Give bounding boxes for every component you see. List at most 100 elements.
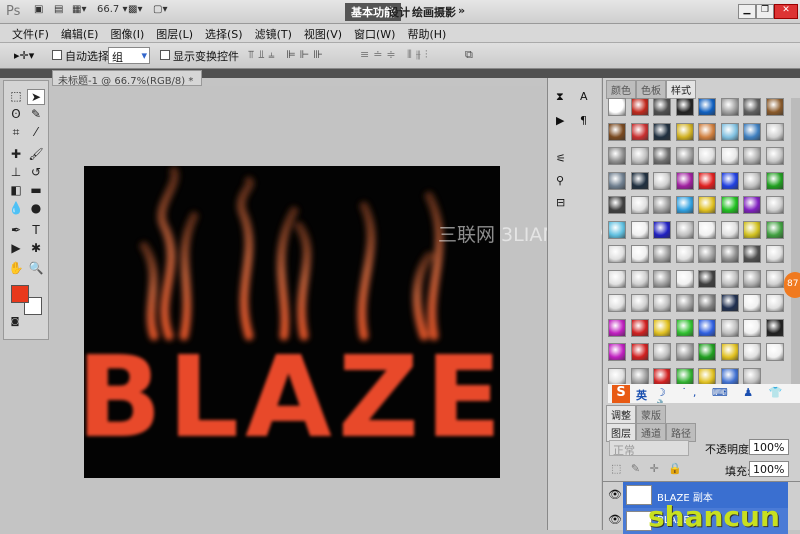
style-swatch[interactable] — [653, 294, 671, 312]
history-brush-icon[interactable]: ↺ — [27, 165, 45, 181]
style-swatch[interactable] — [630, 220, 649, 239]
style-swatch[interactable] — [720, 367, 739, 386]
style-swatch[interactable] — [765, 220, 784, 239]
style-swatch[interactable] — [743, 220, 761, 239]
tab-swatches[interactable]: 色板 — [636, 80, 666, 99]
quick-mask-icon[interactable]: ◙ — [6, 317, 24, 333]
shape-tool-icon[interactable]: ✱ — [27, 241, 45, 257]
foreground-color-swatch[interactable] — [11, 285, 29, 303]
auto-select-dropdown[interactable]: 组 ▾ — [108, 47, 150, 64]
workspace-painting[interactable]: 绘画 — [412, 4, 434, 20]
menu-help[interactable]: 帮助(H) — [401, 24, 452, 42]
hand-tool-icon[interactable]: ✋ — [7, 261, 25, 277]
style-swatch[interactable] — [720, 147, 739, 165]
style-swatch[interactable] — [653, 196, 671, 214]
style-swatch[interactable] — [653, 318, 671, 337]
style-swatch[interactable] — [765, 269, 784, 288]
style-swatch[interactable] — [720, 245, 739, 263]
style-swatch[interactable] — [743, 318, 761, 337]
style-swatch[interactable] — [653, 269, 671, 288]
styles-scrollbar[interactable] — [791, 98, 800, 398]
style-swatch[interactable] — [653, 367, 671, 386]
style-swatch[interactable] — [630, 269, 649, 288]
lock-icons[interactable]: ⬚ ✎ ✛ 🔒 — [611, 462, 685, 475]
style-swatch[interactable] — [653, 171, 671, 190]
style-swatch[interactable] — [653, 98, 671, 116]
style-swatch[interactable] — [608, 171, 626, 190]
style-swatch[interactable] — [698, 98, 716, 116]
style-swatch[interactable] — [608, 98, 626, 116]
style-swatch[interactable] — [698, 220, 716, 239]
style-swatch[interactable] — [675, 98, 694, 116]
tab-masks[interactable]: 蒙版 — [636, 405, 666, 424]
minimize-button[interactable]: ▁ — [738, 4, 756, 19]
menu-window[interactable]: 窗口(W) — [348, 24, 401, 42]
dodge-tool-icon[interactable]: ● — [27, 201, 45, 217]
side-badge[interactable]: 87 — [784, 272, 800, 298]
style-swatch[interactable] — [653, 343, 671, 361]
restore-button[interactable]: ❐ — [756, 4, 774, 19]
style-swatch[interactable] — [698, 196, 716, 214]
style-swatch[interactable] — [743, 245, 761, 263]
type-tool-icon[interactable]: T — [27, 223, 45, 239]
paragraph-panel-icon[interactable]: ¶ — [580, 114, 587, 127]
character-panel-icon[interactable]: A — [580, 90, 588, 103]
auto-select-checkbox[interactable] — [52, 50, 62, 60]
style-swatch[interactable] — [630, 147, 649, 165]
eye-icon[interactable]: 👁 — [608, 513, 622, 526]
lasso-tool-icon[interactable]: ʘ — [7, 107, 25, 123]
menu-view[interactable]: 视图(V) — [298, 24, 348, 42]
style-swatch[interactable] — [698, 245, 716, 263]
style-swatch[interactable] — [608, 147, 626, 165]
style-swatch[interactable] — [743, 343, 761, 361]
style-swatch[interactable] — [630, 318, 649, 337]
style-swatch[interactable] — [720, 98, 739, 116]
style-swatch[interactable] — [608, 294, 626, 312]
style-swatch[interactable] — [630, 245, 649, 263]
menu-filter[interactable]: 滤镜(T) — [249, 24, 298, 42]
style-swatch[interactable] — [675, 122, 694, 141]
style-swatch[interactable] — [698, 367, 716, 386]
eyedropper-tool-icon[interactable]: ⁄ — [27, 125, 45, 141]
style-swatch[interactable] — [698, 122, 716, 141]
style-swatch[interactable] — [653, 147, 671, 165]
menu-image[interactable]: 图像(I) — [104, 24, 150, 42]
style-swatch[interactable] — [675, 147, 694, 165]
ime-mode[interactable]: 英 — [636, 387, 647, 403]
style-swatch[interactable] — [720, 343, 739, 361]
menu-layer[interactable]: 图层(L) — [150, 24, 199, 42]
style-swatch[interactable] — [720, 171, 739, 190]
style-swatch[interactable] — [630, 367, 649, 386]
tab-styles[interactable]: 样式 — [666, 80, 696, 99]
style-swatch[interactable] — [630, 196, 649, 214]
quick-select-tool-icon[interactable]: ✎ — [27, 107, 45, 123]
opacity-input[interactable]: 100% — [749, 439, 789, 455]
style-swatch[interactable] — [608, 122, 626, 141]
style-swatch[interactable] — [675, 367, 694, 386]
history-panel-icon[interactable]: ⧗ — [556, 90, 564, 104]
tab-color[interactable]: 颜色 — [606, 80, 636, 99]
style-swatch[interactable] — [653, 220, 671, 239]
menu-select[interactable]: 选择(S) — [199, 24, 249, 42]
style-swatch[interactable] — [765, 294, 784, 312]
document-canvas[interactable]: BLAZE — [84, 166, 500, 478]
style-swatch[interactable] — [675, 196, 694, 214]
clone-stamp-icon[interactable]: ⊥ — [7, 165, 25, 181]
eraser-tool-icon[interactable]: ◧ — [7, 183, 25, 199]
style-swatch[interactable] — [743, 147, 761, 165]
style-swatch[interactable] — [675, 245, 694, 263]
mini-bridge-icon[interactable]: ▤ — [54, 4, 63, 15]
style-swatch[interactable] — [765, 318, 784, 337]
style-swatch[interactable] — [698, 343, 716, 361]
workspace-photography[interactable]: 摄影 — [434, 4, 456, 20]
workspace-design[interactable]: 设计 — [388, 4, 410, 20]
document-tab[interactable]: 未标题-1 @ 66.7%(RGB/8) * ✕ — [52, 70, 202, 98]
blur-tool-icon[interactable]: 💧 — [7, 201, 25, 217]
style-swatch[interactable] — [675, 343, 694, 361]
style-swatch[interactable] — [630, 122, 649, 141]
style-swatch[interactable] — [608, 318, 626, 337]
style-swatch[interactable] — [698, 294, 716, 312]
style-swatch[interactable] — [675, 294, 694, 312]
brush-presets-icon[interactable]: ⚟ — [556, 152, 566, 165]
brush-tool-icon[interactable]: 🖌 — [27, 147, 45, 163]
